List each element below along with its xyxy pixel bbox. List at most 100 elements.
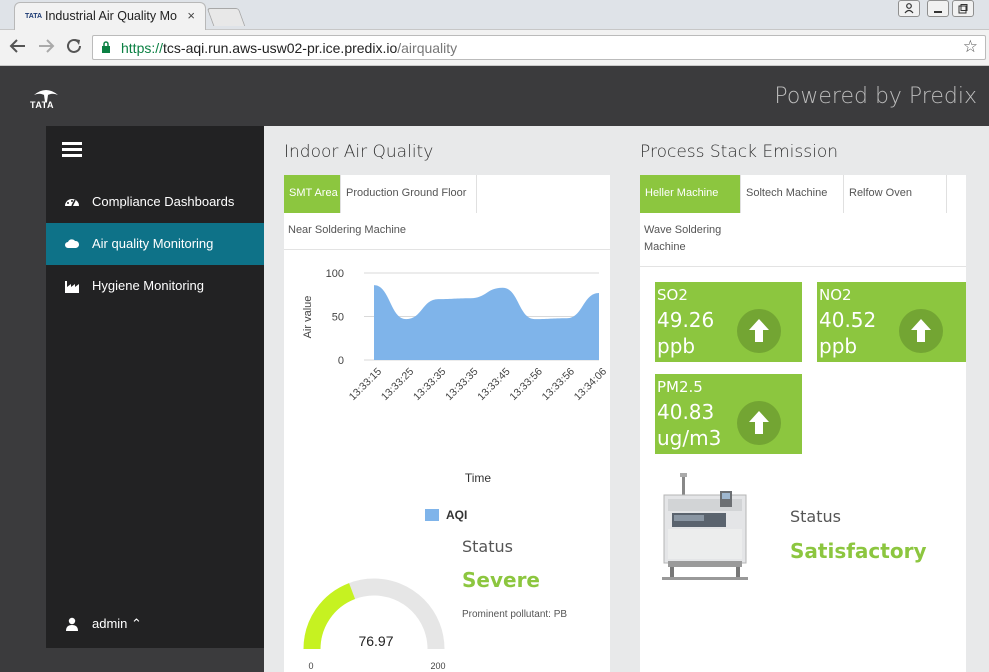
so2-tile: SO2 49.26 ppb — [655, 282, 802, 362]
tile-unit: ppb — [657, 334, 696, 358]
arrow-up-icon — [737, 401, 781, 445]
factory-icon — [65, 281, 79, 293]
tab-near-soldering-machine[interactable]: Near Soldering Machine — [288, 222, 406, 239]
forward-arrow-icon[interactable] — [37, 36, 55, 56]
heller-machine-image — [662, 473, 748, 580]
lock-icon — [102, 41, 110, 53]
sidebar-item-label: Air quality Monitoring — [92, 236, 214, 251]
tile-name: NO2 — [819, 286, 852, 304]
user-icon[interactable] — [898, 0, 920, 17]
gauge-max: 200 — [430, 661, 445, 670]
main-content: Indoor Air Quality Process Stack Emissio… — [264, 126, 989, 672]
username-label: admin ⌃ — [92, 616, 142, 632]
gauge-value: 76.97 — [358, 633, 393, 649]
tab-wave-soldering-machine[interactable]: Wave Soldering Machine — [644, 222, 734, 256]
legend-label: AQI — [446, 508, 467, 522]
sidebar: Compliance Dashboards Air quality Monito… — [46, 126, 264, 648]
new-tab-button[interactable] — [206, 8, 246, 26]
pse-status-value: Satisfactory — [790, 539, 927, 563]
x-axis-title: Time — [465, 471, 492, 485]
x-tick-label: 13:33:56 — [507, 366, 544, 403]
back-arrow-icon[interactable] — [9, 36, 27, 56]
username-text: admin — [92, 616, 128, 631]
x-tick-label: 13:33:15 — [347, 366, 384, 403]
maximize-icon[interactable] — [952, 0, 974, 17]
tile-name: PM2.5 — [657, 378, 703, 396]
indoor-air-quality-panel: SMT Area Production Ground Floor Near So… — [284, 175, 610, 672]
hamburger-menu-icon[interactable] — [62, 142, 82, 157]
iaq-status-label: Status — [462, 537, 513, 556]
process-stack-emission-panel: Heller Machine Soltech Machine Relfow Ov… — [640, 175, 966, 672]
star-icon[interactable]: ☆ — [963, 37, 978, 57]
sidebar-item-air-quality-monitoring[interactable]: Air quality Monitoring — [46, 223, 264, 265]
y-tick-label: 50 — [332, 312, 344, 324]
iaq-tabs: SMT Area Production Ground Floor — [284, 175, 610, 213]
tile-unit: ppb — [819, 334, 858, 358]
pse-tabs: Heller Machine Soltech Machine Relfow Ov… — [640, 175, 966, 213]
y-tick-label: 0 — [338, 355, 344, 367]
url-scheme: https:// — [121, 40, 164, 56]
browser-tab-bar: TATA Industrial Air Quality Mo × — [0, 0, 989, 30]
no2-tile: NO2 40.52 ppb — [817, 282, 966, 362]
address-bar: https://tcs-aqi.run.aws-usw02-pr.ice.pre… — [0, 30, 989, 66]
tile-name: SO2 — [657, 286, 688, 304]
sidebar-item-label: Hygiene Monitoring — [92, 278, 205, 293]
tab-relfow-oven[interactable]: Relfow Oven — [844, 175, 947, 213]
tile-value: 40.52 ppb — [819, 307, 876, 359]
aqi-gauge: 76.97 0 200 — [303, 578, 446, 670]
tab-heller-machine[interactable]: Heller Machine — [640, 175, 741, 213]
tab-divider — [284, 249, 610, 250]
browser-tab[interactable]: TATA Industrial Air Quality Mo × — [14, 2, 206, 30]
url-input[interactable]: https://tcs-aqi.run.aws-usw02-pr.ice.pre… — [92, 35, 986, 60]
minimize-icon[interactable] — [927, 0, 949, 17]
x-tick-label: 13:33:45 — [475, 366, 512, 403]
app-header: TATA Powered by Predix — [0, 67, 989, 125]
arrow-up-icon — [899, 309, 943, 353]
sidebar-item-label: Compliance Dashboards — [92, 194, 235, 209]
aqi-series-area — [374, 285, 599, 360]
tile-unit: ug/m3 — [657, 426, 722, 450]
cloud-icon — [65, 239, 80, 248]
powered-by-text: Powered by Predix — [774, 84, 977, 109]
tata-favicon-icon: TATA — [25, 13, 43, 20]
tab-soltech-machine[interactable]: Soltech Machine — [741, 175, 844, 213]
pse-status-label: Status — [790, 507, 841, 526]
iaq-status-value: Severe — [462, 568, 540, 592]
gauge-fill — [303, 583, 356, 650]
tile-number: 40.52 — [819, 308, 877, 332]
x-tick-label: 13:33:35 — [443, 366, 480, 403]
x-tick-label: 13:33:56 — [540, 366, 577, 403]
y-axis-title: Air value — [302, 296, 314, 339]
aqi-area-chart: 10050013:33:1513:33:2513:33:3513:33:3513… — [302, 268, 609, 522]
sidebar-item-hygiene-monitoring[interactable]: Hygiene Monitoring — [46, 265, 264, 307]
gauge-min: 0 — [308, 661, 313, 670]
tile-number: 49.26 — [657, 308, 715, 332]
x-tick-label: 13:34:06 — [572, 366, 609, 403]
x-tick-label: 13:33:25 — [379, 366, 416, 403]
chevron-up-icon: ⌃ — [131, 616, 142, 631]
process-stack-emission-title: Process Stack Emission — [640, 142, 838, 162]
close-icon[interactable]: × — [187, 8, 195, 23]
legend-swatch — [425, 509, 439, 521]
tile-value: 49.26 ppb — [657, 307, 714, 359]
tab-production-ground-floor[interactable]: Production Ground Floor — [341, 175, 477, 213]
user-menu[interactable]: admin ⌃ — [46, 603, 264, 645]
logo-text: TATA — [30, 100, 54, 110]
url-text: https://tcs-aqi.run.aws-usw02-pr.ice.pre… — [121, 40, 457, 56]
tile-number: 40.83 — [657, 400, 715, 424]
y-tick-label: 100 — [326, 268, 344, 280]
url-host: tcs-aqi.run.aws-usw02-pr.ice.predix.io — [163, 40, 398, 56]
reload-icon[interactable] — [65, 36, 83, 56]
tab-smt-area[interactable]: SMT Area — [284, 175, 341, 213]
tab-title: Industrial Air Quality Mo — [45, 9, 177, 23]
prominent-pollutant: Prominent pollutant: PB — [462, 609, 568, 620]
x-tick-label: 13:33:35 — [411, 366, 448, 403]
tile-value: 40.83 ug/m3 — [657, 399, 721, 451]
sidebar-item-compliance-dashboards[interactable]: Compliance Dashboards — [46, 181, 264, 223]
url-path: /airquality — [397, 40, 458, 56]
arrow-up-icon — [737, 309, 781, 353]
user-icon — [66, 617, 78, 631]
pm25-tile: PM2.5 40.83 ug/m3 — [655, 374, 802, 454]
dashboard-icon — [65, 199, 79, 207]
indoor-air-quality-title: Indoor Air Quality — [284, 142, 434, 162]
